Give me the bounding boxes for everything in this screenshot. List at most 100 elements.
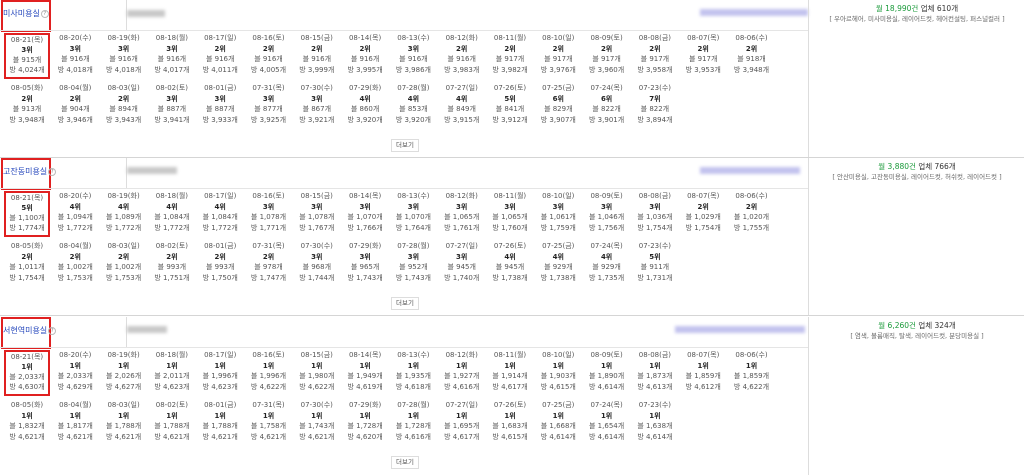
rank-date: 08-19(화) [107, 351, 140, 359]
info-icon[interactable]: ? [40, 9, 49, 18]
rank-cell: 08-04(월) 2위 블 904개 방 3,946개 [52, 83, 98, 129]
more-button[interactable]: 더보기 [391, 456, 419, 469]
rank-date: 07-25(금) [542, 84, 575, 92]
rank-date: 07-26(토) [493, 84, 527, 92]
rank-value: 4위 [359, 94, 371, 103]
keyword-stats-panel: 월 3,880건 업체 766개 [ 안산미용실, 고잔동미용실, 레이어드컷, … [808, 158, 1024, 316]
rank-cell: 07-29(화) 3위 블 965개 방 1,743개 [342, 241, 388, 287]
blog-count: 블 1,728개 [395, 422, 431, 430]
blog-count: 블 1,935개 [395, 372, 431, 380]
keyword-link[interactable]: 미사미용실? [3, 8, 49, 19]
info-icon[interactable]: ? [48, 326, 57, 335]
cafe-count: 방 4,620개 [347, 432, 383, 441]
blog-count: 블 853개 [399, 105, 428, 113]
rank-value: 2위 [21, 94, 33, 103]
rank-date: 08-13(수) [397, 192, 430, 200]
blog-count: 블 1,788개 [202, 422, 238, 430]
keyword-link[interactable]: 고잔동미용실? [3, 166, 57, 177]
rank-value: 2위 [117, 94, 130, 103]
rank-date: 08-19(화) [107, 34, 140, 42]
rank-cell: 08-04(월) 1위 블 1,817개 방 4,621개 [52, 400, 98, 446]
blog-count: 블 1,094개 [57, 213, 93, 221]
blog-count: 블 2,026개 [106, 372, 142, 380]
info-icon[interactable]: ? [48, 167, 57, 176]
rank-date: 08-05(화) [10, 242, 44, 250]
rank-value: 3위 [117, 44, 130, 53]
blog-count: 블 1,668개 [540, 422, 576, 430]
rank-value: 1위 [456, 411, 468, 420]
cafe-count: 방 1,764개 [395, 223, 431, 232]
rank-value: 1위 [649, 361, 661, 370]
cafe-count: 방 4,614개 [589, 432, 625, 441]
cafe-count: 방 1,761개 [444, 223, 480, 232]
rank-date: 08-05(화) [10, 401, 44, 409]
blog-count: 블 1,029개 [685, 213, 721, 221]
cafe-count: 방 4,621개 [154, 432, 190, 441]
blog-count: 블 822개 [640, 105, 670, 113]
redacted-text [127, 326, 167, 333]
rank-date: 08-07(목) [687, 351, 720, 359]
blog-count: 블 1,638개 [637, 422, 673, 430]
rank-date: 07-27(일) [445, 242, 478, 250]
cafe-count: 방 1,738개 [540, 273, 576, 282]
blog-count: 블 1,695개 [444, 422, 480, 430]
rank-history-row: 08-21(목) 1위 블 2,033개 방 4,630개 08-20(수) 1위 블 2,… [0, 350, 808, 396]
redacted-text [127, 10, 165, 17]
rank-cell: 08-14(목) 3위 블 1,070개 방 1,766개 [342, 191, 388, 237]
rank-date: 07-29(화) [348, 84, 382, 92]
rank-date: 07-24(목) [590, 84, 623, 92]
blog-count: 블 916개 [157, 55, 187, 63]
rank-date: 07-23(수) [638, 242, 672, 250]
cafe-count: 방 4,622개 [299, 382, 335, 391]
rank-cell: 07-29(화) 1위 블 1,728개 방 4,620개 [342, 400, 388, 446]
rank-date: 08-09(토) [590, 34, 623, 42]
cafe-count: 방 1,774개 [9, 224, 45, 232]
rank-cell: 08-05(화) 1위 블 1,832개 방 4,621개 [4, 400, 50, 446]
rank-value: 3위 [456, 202, 468, 211]
rank-value: 1위 [262, 361, 275, 370]
rank-cell: 07-28(월) 3위 블 952개 방 1,743개 [390, 241, 436, 287]
rank-date: 08-04(월) [59, 401, 92, 409]
rank-value: 3위 [311, 202, 323, 211]
cafe-count: 방 1,754개 [637, 223, 673, 232]
rank-cell: 07-31(목) 1위 블 1,758개 방 4,621개 [246, 400, 292, 446]
rank-date: 07-24(목) [590, 401, 623, 409]
cafe-count: 방 3,933개 [202, 115, 238, 124]
cafe-count: 방 4,018개 [106, 65, 142, 74]
rank-date: 08-08(금) [638, 34, 672, 42]
rank-date: 08-02(토) [155, 242, 189, 250]
blog-count: 블 916개 [61, 55, 90, 63]
rank-value: 3위 [262, 202, 275, 211]
blog-count: 블 1,683개 [492, 422, 528, 430]
more-button[interactable]: 더보기 [391, 297, 419, 310]
keyword-link[interactable]: 서현역미용실? [3, 325, 57, 336]
cafe-count: 방 4,621개 [250, 432, 287, 441]
blog-count: 블 1,890개 [589, 372, 625, 380]
rank-cell: 07-30(수) 3위 블 867개 방 3,921개 [294, 83, 340, 129]
rank-value: 1위 [214, 411, 226, 420]
rank-value: 4위 [407, 94, 420, 103]
rank-value: 1위 [407, 361, 420, 370]
rank-cell: 08-12(화) 1위 블 1,927개 방 4,616개 [439, 350, 485, 396]
blog-count: 블 1,020개 [733, 213, 770, 221]
rank-cell: 08-06(수) 1위 블 1,859개 방 4,622개 [729, 350, 775, 396]
rank-date: 08-21(목) [10, 353, 44, 361]
blog-count: 블 860개 [350, 105, 380, 113]
blog-count: 블 978개 [254, 263, 283, 271]
rank-value: 1위 [117, 361, 130, 370]
blog-count: 블 952개 [399, 263, 428, 271]
more-button[interactable]: 더보기 [391, 139, 419, 152]
rank-date: 07-25(금) [542, 242, 575, 250]
cafe-count: 방 4,011개 [202, 65, 238, 74]
rank-cell: 08-13(수) 1위 블 1,935개 방 4,618개 [390, 350, 436, 396]
cafe-count: 방 4,616개 [395, 432, 431, 441]
rank-date: 07-23(수) [638, 401, 672, 409]
rank-value: 4위 [214, 202, 226, 211]
rank-date: 07-26(토) [493, 401, 527, 409]
keyword-tags: [ 우아르헤어, 미사미용실, 레이어드컷, 헤어컨설팅, 퍼스널컬러 ] [829, 15, 1005, 23]
rank-cell: 08-09(토) 3위 블 1,046개 방 1,756개 [584, 191, 630, 237]
redacted-text [127, 167, 177, 174]
rank-date: 08-03(일) [107, 84, 140, 92]
rank-cell: 07-26(토) 4위 블 945개 방 1,738개 [487, 241, 533, 287]
rank-value: 1위 [166, 411, 178, 420]
